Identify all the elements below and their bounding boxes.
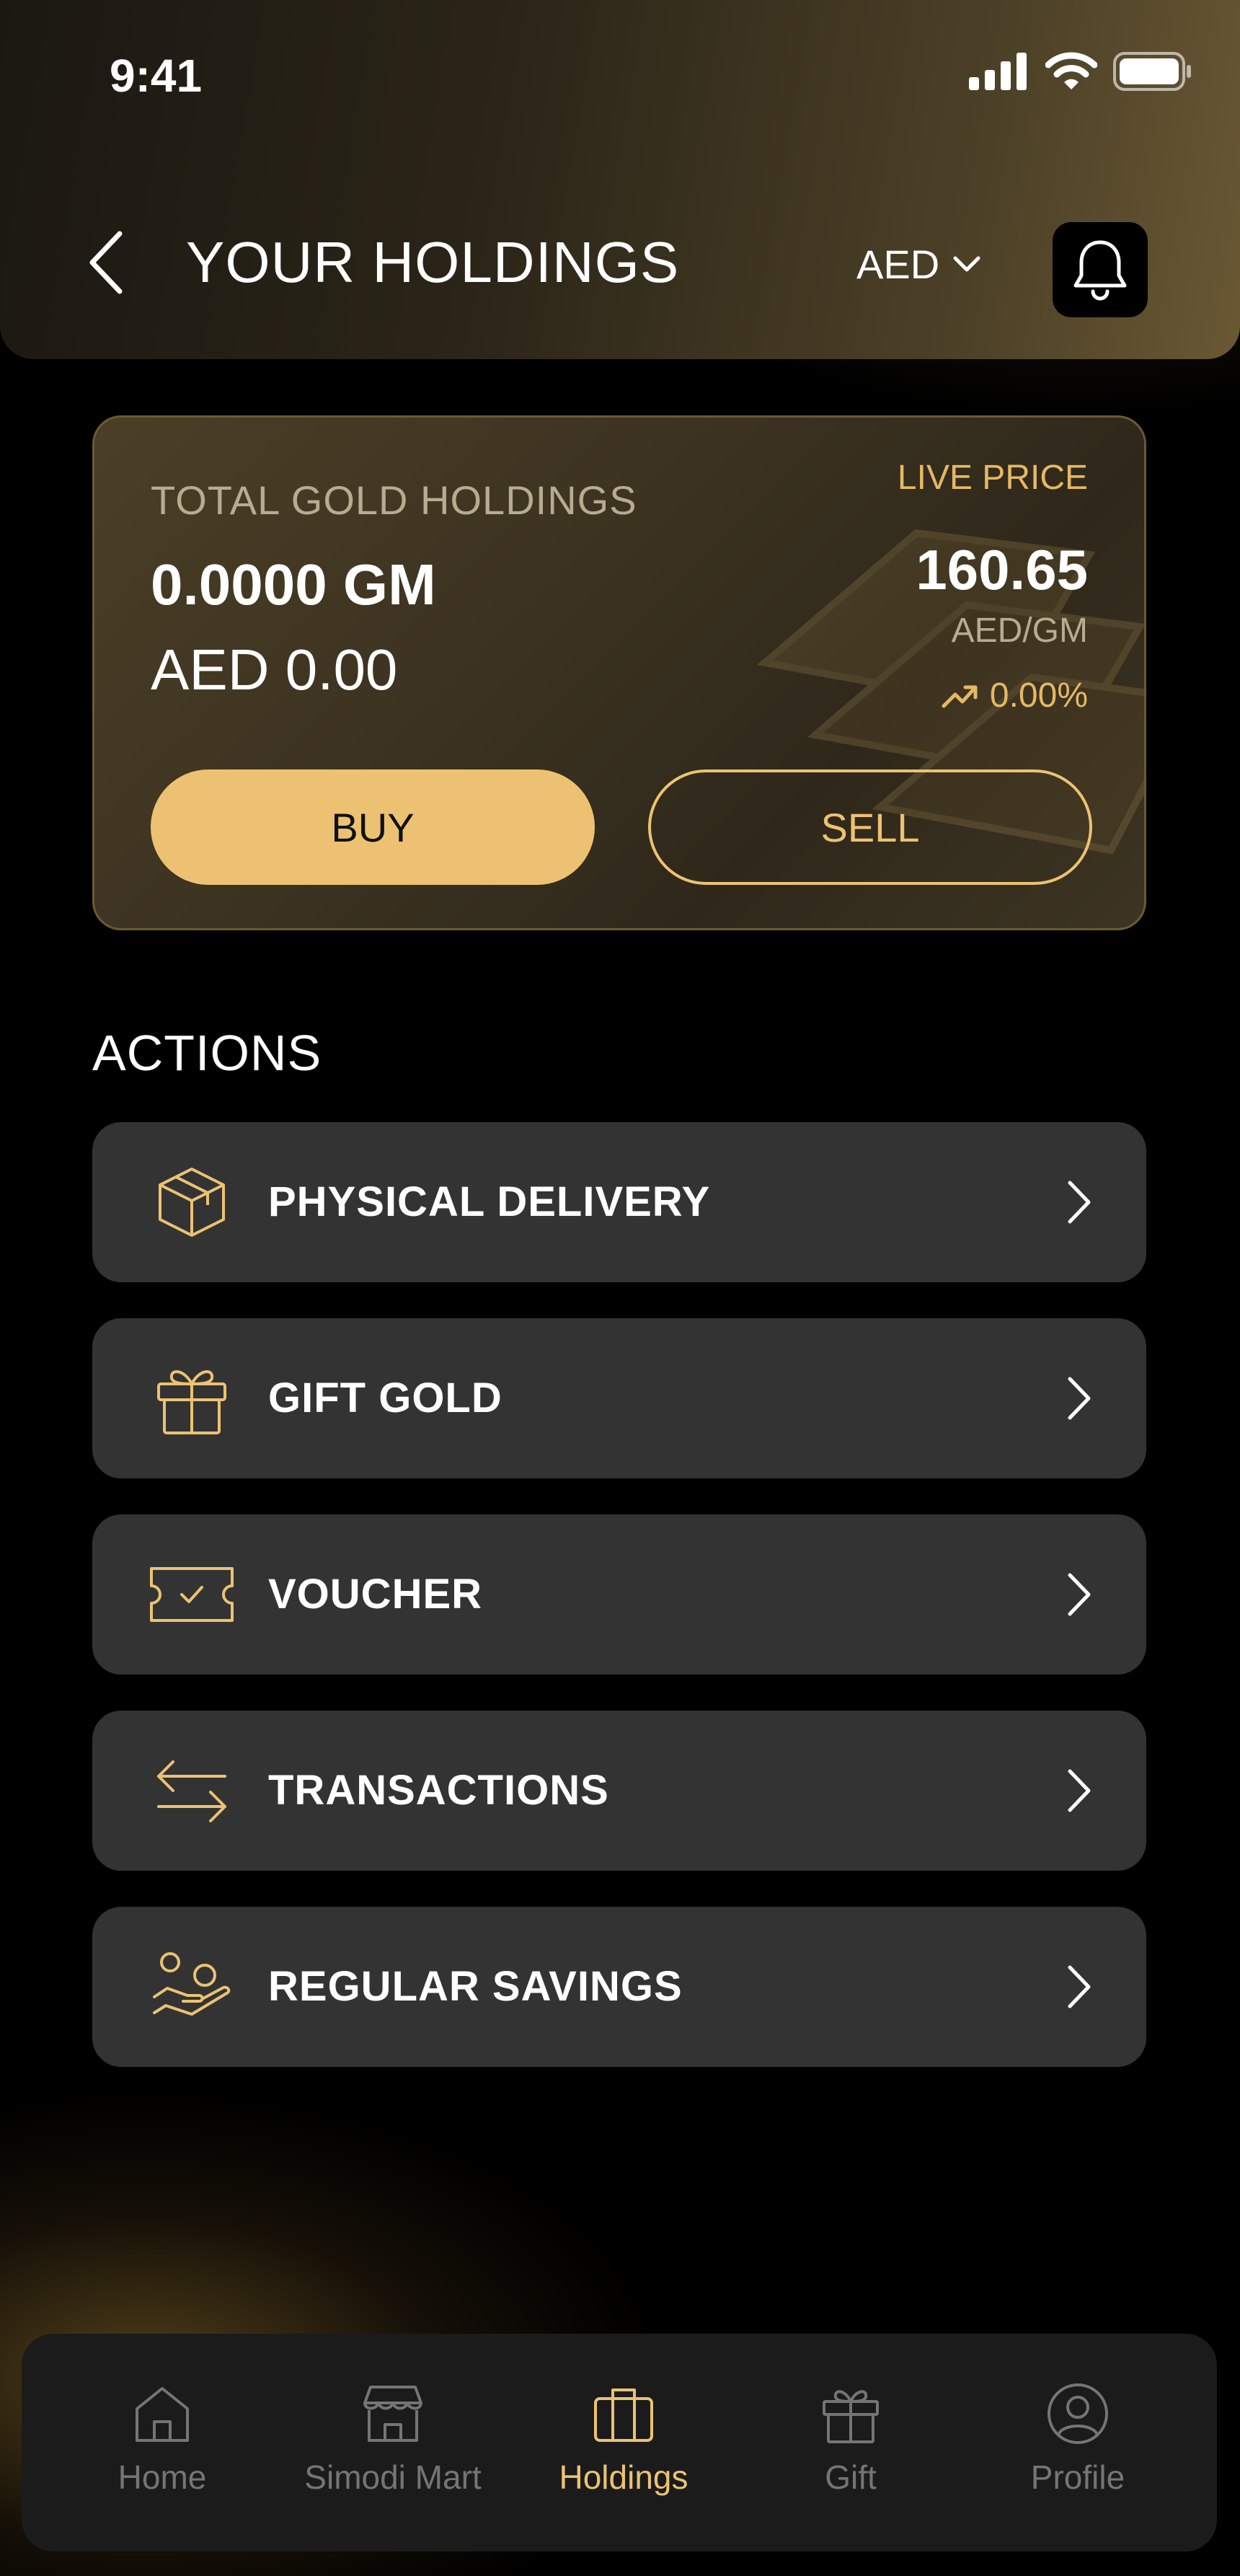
action-label: REGULAR SAVINGS xyxy=(268,1963,683,2010)
chevron-right-icon xyxy=(1068,1573,1091,1616)
nav-label: Holdings xyxy=(559,2458,688,2496)
back-button[interactable] xyxy=(85,229,128,296)
action-voucher[interactable]: VOUCHER xyxy=(92,1514,1146,1675)
wifi-icon xyxy=(1045,52,1097,89)
live-price-label: LIVE PRICE xyxy=(897,459,1088,497)
nav-holdings[interactable]: Holdings xyxy=(515,2381,732,2497)
chevron-right-icon xyxy=(1068,1769,1091,1812)
price-change-value: 0.00% xyxy=(989,676,1088,715)
action-regular-savings[interactable]: REGULAR SAVINGS xyxy=(92,1907,1146,2067)
holdings-aed-value: AED 0.00 xyxy=(151,638,398,702)
chevron-down-icon xyxy=(953,256,980,272)
nav-home[interactable]: Home xyxy=(54,2381,270,2497)
user-icon xyxy=(1048,2383,1108,2444)
price-change: 0.00% xyxy=(941,676,1088,715)
voucher-icon xyxy=(150,1567,234,1622)
action-label: TRANSACTIONS xyxy=(268,1767,609,1814)
actions-title: ACTIONS xyxy=(92,1025,322,1081)
buy-button[interactable]: BUY xyxy=(151,769,595,885)
signal-icon xyxy=(969,53,1027,90)
briefcase-icon xyxy=(594,2388,653,2442)
chevron-right-icon xyxy=(1068,1181,1091,1224)
chevron-right-icon xyxy=(1068,1377,1091,1420)
box-icon xyxy=(159,1168,225,1237)
trending-up-icon xyxy=(942,685,978,707)
nav-label: Home xyxy=(118,2458,207,2496)
nav-profile[interactable]: Profile xyxy=(970,2381,1186,2497)
bell-icon xyxy=(1073,240,1127,301)
store-icon xyxy=(363,2386,422,2442)
home-icon xyxy=(136,2387,189,2442)
notifications-button[interactable] xyxy=(1053,222,1148,317)
bottom-nav: Home Simodi Mart Holdings Gift Profile xyxy=(22,2334,1217,2551)
action-gift-gold[interactable]: GIFT GOLD xyxy=(92,1318,1146,1478)
action-label: PHYSICAL DELIVERY xyxy=(268,1178,711,1225)
status-time: 9:41 xyxy=(110,50,203,102)
gift-icon xyxy=(823,2390,879,2443)
nav-label: Simodi Mart xyxy=(304,2458,482,2496)
currency-label: AED xyxy=(856,242,940,287)
page-title: YOUR HOLDINGS xyxy=(186,230,680,294)
sell-button[interactable]: SELL xyxy=(648,769,1092,885)
live-price-value: 160.65 xyxy=(916,538,1088,601)
action-label: GIFT GOLD xyxy=(268,1375,502,1421)
action-transactions[interactable]: TRANSACTIONS xyxy=(92,1711,1146,1871)
header: 9:41 YOUR HOLDINGS AED xyxy=(0,0,1240,359)
gift-icon xyxy=(157,1370,226,1434)
nav-gift[interactable]: Gift xyxy=(743,2381,959,2497)
holdings-card: TOTAL GOLD HOLDINGS 0.0000 GM AED 0.00 L… xyxy=(92,415,1146,930)
currency-selector[interactable]: AED xyxy=(856,241,981,288)
nav-simodi-mart[interactable]: Simodi Mart xyxy=(285,2381,501,2497)
nav-label: Profile xyxy=(1030,2458,1125,2496)
savings-hand-icon xyxy=(153,1952,231,2016)
status-icons xyxy=(969,52,1192,91)
holdings-grams: 0.0000 GM xyxy=(151,552,436,617)
battery-icon xyxy=(1113,52,1191,91)
transfer-arrows-icon xyxy=(157,1760,226,1822)
total-holdings-label: TOTAL GOLD HOLDINGS xyxy=(151,477,637,523)
chevron-right-icon xyxy=(1068,1965,1091,2008)
price-unit: AED/GM xyxy=(951,612,1088,650)
action-physical-delivery[interactable]: PHYSICAL DELIVERY xyxy=(92,1122,1146,1282)
nav-label: Gift xyxy=(825,2458,877,2496)
action-label: VOUCHER xyxy=(268,1571,483,1618)
